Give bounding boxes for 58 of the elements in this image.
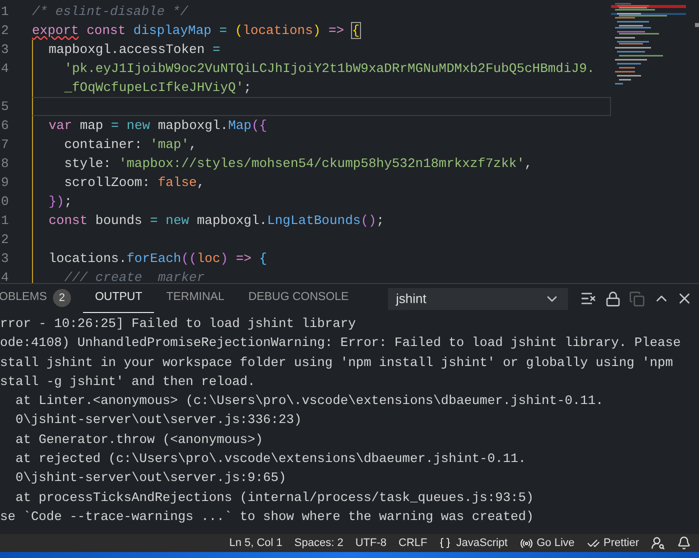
output-line: se `Code --trace-warnings ...` to show where the warning was created) bbox=[0, 508, 534, 526]
output-channel-dropdown[interactable]: jshint bbox=[388, 288, 568, 310]
double-check-icon bbox=[586, 536, 600, 550]
line-number: 3 bbox=[1, 251, 9, 266]
code-line: const bounds = new mapboxgl.LngLatBounds(); bbox=[48, 213, 384, 228]
scrollbar[interactable] bbox=[695, 23, 699, 27]
panel-tab[interactable]: DEBUG CONSOLE bbox=[236, 284, 361, 313]
feedback-icon[interactable] bbox=[651, 536, 665, 550]
prettier-status[interactable]: Prettier bbox=[604, 534, 639, 552]
code-line: style: 'mapbox://styles/mohsen54/ckump58hy532n18mrkxzf7zkk', bbox=[63, 156, 532, 171]
encoding-setting[interactable]: UTF-8 bbox=[355, 534, 387, 552]
code-line: var map = new mapboxgl.Map({ bbox=[48, 118, 268, 133]
line-number: 7 bbox=[1, 137, 9, 152]
code-line: container: 'map', bbox=[63, 137, 197, 152]
code-line: scrollZoom: false, bbox=[63, 175, 205, 190]
output-line: at processTicksAndRejections (internal/process/task_queues.js:93:5) bbox=[14, 488, 534, 507]
code-line: mapboxgl.accessToken = bbox=[48, 42, 220, 57]
line-number: 0 bbox=[1, 194, 9, 209]
indentation-setting[interactable]: Spaces: 2 bbox=[294, 534, 344, 552]
broadcast-icon bbox=[520, 536, 533, 550]
output-line: ode:4108) UnhandledPromiseRejectionWarning: Error: Failed to load jshint library. Please bbox=[0, 334, 681, 352]
code-line: /* eslint-disable */ bbox=[32, 4, 188, 19]
line-number: 1 bbox=[1, 213, 9, 228]
problems-count-badge: 2 bbox=[52, 289, 71, 307]
cursor-position[interactable]: Ln 5, Col 1 bbox=[229, 534, 282, 552]
output-line: stall jshint in your workspace folder using 'npm install jshint' or globally using 'npm bbox=[0, 354, 674, 372]
line-number: 1 bbox=[1, 4, 9, 19]
line-number: 2 bbox=[1, 232, 9, 247]
code-line: 'pk.eyJ1IjoibW9oc2VuNTQiLCJhIjoiY2t1bW9xaDRrMGNuMDMxb2FubQ5cHBmdiJ9. bbox=[63, 61, 595, 76]
code-line: }); bbox=[48, 194, 72, 209]
lock-icon[interactable] bbox=[605, 290, 621, 306]
line-number: 9 bbox=[1, 175, 9, 190]
line-number: 6 bbox=[1, 118, 9, 133]
panel-tab[interactable]: TERMINAL bbox=[154, 284, 236, 313]
line-number: 4 bbox=[1, 61, 9, 76]
line-number: 4 bbox=[1, 270, 9, 283]
output-line: 0\jshint-server\out\server.js:336:23) bbox=[14, 411, 302, 430]
output-line: 0\jshint-server\out\server.js:9:65) bbox=[14, 469, 286, 488]
line-number: 8 bbox=[1, 156, 9, 171]
go-live-button[interactable]: Go Live bbox=[536, 534, 575, 552]
code-line: export const displayMap = (locations) => { bbox=[32, 23, 360, 38]
code-line: locations.forEach((loc) => { bbox=[48, 251, 268, 266]
language-mode[interactable]: JavaScript bbox=[456, 534, 508, 552]
line-number: 2 bbox=[1, 23, 9, 38]
output-line: rror - 10:26:25] Failed to load jshint library bbox=[0, 314, 356, 333]
output-line: at rejected (c:\Users\pro\.vscode\extensions\dbaeumer.jshint-0.11. bbox=[14, 450, 526, 468]
code-line: /// create marker bbox=[63, 270, 205, 283]
code-line: _fOqWcfupeLcIfkeJHViyQ'; bbox=[63, 80, 252, 95]
line-number: 5 bbox=[1, 99, 9, 114]
line-ending-setting[interactable]: CRLF bbox=[398, 534, 428, 552]
braces-icon bbox=[439, 537, 452, 549]
clear-output-icon[interactable] bbox=[580, 290, 597, 307]
panel-tab[interactable]: OUTPUT bbox=[82, 284, 154, 313]
line-number: 3 bbox=[1, 42, 9, 57]
output-line: at Linter.<anonymous> (c:\Users\pro\.vscode\extensions\dbaeumer.jshint-0.11. bbox=[14, 392, 604, 410]
output-line: at Generator.throw (<anonymous>) bbox=[14, 430, 264, 449]
output-line: stall -g jshint' and then reload. bbox=[0, 372, 256, 391]
bell-icon[interactable] bbox=[677, 536, 691, 550]
